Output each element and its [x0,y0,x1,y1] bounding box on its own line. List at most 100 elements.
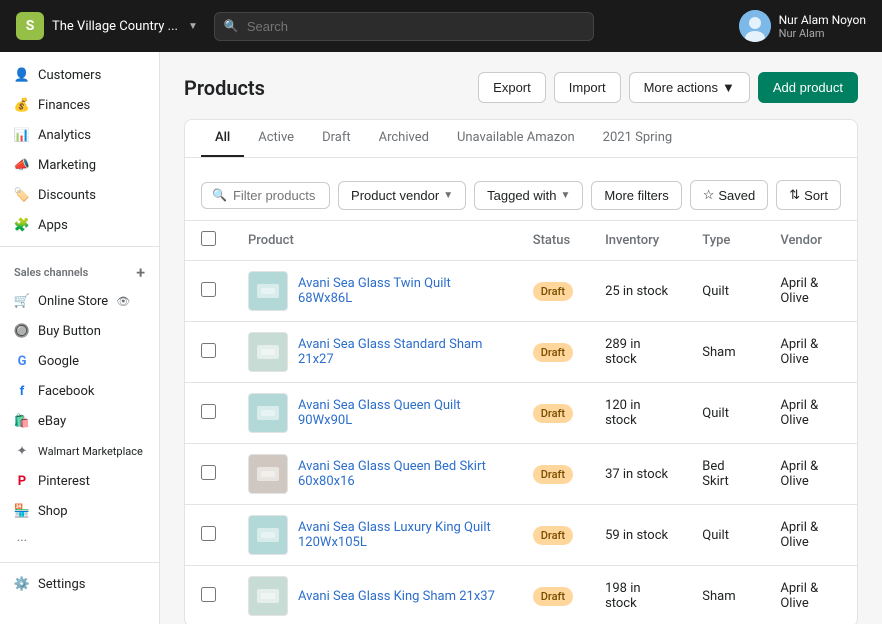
product-cell: Avani Sea Glass Queen Quilt 90Wx90L [232,383,517,444]
saved-button[interactable]: ☆ Saved [690,180,769,210]
header-product: Product [232,221,517,261]
eye-icon: 👁 [116,295,130,308]
sidebar-item-apps[interactable]: 🧩 Apps [0,210,159,240]
sort-icon: ⇅ [789,187,800,203]
row-checkbox[interactable] [201,282,216,297]
product-name[interactable]: Avani Sea Glass Twin Quilt 68Wx86L [298,276,501,306]
product-name[interactable]: Avani Sea Glass King Sham 21x37 [298,589,495,604]
header-actions: Export Import More actions ▼ Add product [478,72,858,103]
marketing-icon: 📣 [14,157,30,173]
sidebar-label: Google [38,354,79,369]
select-all-checkbox[interactable] [201,231,216,246]
sidebar-item-customers[interactable]: 👤 Customers [0,60,159,90]
tab-2021-spring[interactable]: 2021 Spring [589,120,687,157]
product-vendor-filter[interactable]: Product vendor ▼ [338,181,466,210]
filter-products-input[interactable] [233,188,319,203]
product-name[interactable]: Avani Sea Glass Queen Quilt 90Wx90L [298,398,501,428]
row-checkbox[interactable] [201,587,216,602]
products-table: Product Status Inventory Type Vendor [185,221,857,624]
chevron-down-icon: ▼ [722,80,735,95]
user-name: Nur Alam Noyon [779,13,866,27]
header-vendor: Vendor [764,221,857,261]
product-status: Draft [517,261,589,322]
product-cell: Avani Sea Glass King Sham 21x37 [232,566,517,624]
product-name[interactable]: Avani Sea Glass Standard Sham 21x27 [298,337,501,367]
sidebar-item-finances[interactable]: 💰 Finances [0,90,159,120]
export-button[interactable]: Export [478,72,546,103]
row-checkbox-cell [185,261,232,322]
sidebar-item-marketing[interactable]: 📣 Marketing [0,150,159,180]
search-input[interactable] [214,12,594,41]
product-name[interactable]: Avani Sea Glass Luxury King Quilt 120Wx1… [298,520,501,550]
sidebar-item-buy-button[interactable]: 🔘 Buy Button [0,316,159,346]
page-title: Products [184,76,265,100]
sidebar-label: Analytics [38,128,91,143]
add-channel-button[interactable]: + [136,263,145,282]
pinterest-icon: P [14,473,30,489]
row-checkbox[interactable] [201,526,216,541]
product-type: Quilt [686,383,764,444]
sidebar-item-online-store[interactable]: 🛒 Online Store 👁 [0,286,159,316]
sidebar-item-analytics[interactable]: 📊 Analytics [0,120,159,150]
user-sub: Nur Alam [779,27,866,40]
product-thumbnail [248,576,288,616]
online-store-icon: 🛒 [14,293,30,309]
facebook-icon: f [14,383,30,399]
more-actions-button[interactable]: More actions ▼ [629,72,750,103]
top-bar: S The Village Country ... ▼ 🔍 Nur Alam N… [0,0,882,52]
tab-active[interactable]: Active [244,120,308,157]
product-type: Sham [686,322,764,383]
sidebar-item-google[interactable]: G Google [0,346,159,376]
sidebar-item-discounts[interactable]: 🏷️ Discounts [0,180,159,210]
tab-unavailable-amazon[interactable]: Unavailable Amazon [443,120,589,157]
row-checkbox-cell [185,444,232,505]
vendor-chevron-icon: ▼ [443,190,453,201]
header-inventory: Inventory [589,221,686,261]
analytics-icon: 📊 [14,127,30,143]
page-header: Products Export Import More actions ▼ Ad… [184,72,858,103]
row-checkbox[interactable] [201,465,216,480]
product-name[interactable]: Avani Sea Glass Queen Bed Skirt 60x80x16 [298,459,501,489]
row-checkbox-cell [185,383,232,444]
import-button[interactable]: Import [554,72,621,103]
filter-search-icon: 🔍 [212,188,227,202]
product-inventory: 289 in stock [589,322,686,383]
more-filters-button[interactable]: More filters [591,181,681,210]
products-table-container: Product Status Inventory Type Vendor [185,221,857,624]
product-status: Draft [517,444,589,505]
row-checkbox[interactable] [201,343,216,358]
row-checkbox[interactable] [201,404,216,419]
product-vendor: April & Olive [764,261,857,322]
sidebar-label: eBay [38,414,66,429]
tab-all[interactable]: All [201,120,244,157]
sidebar-item-more[interactable]: ··· [0,526,159,556]
add-product-button[interactable]: Add product [758,72,858,103]
apps-icon: 🧩 [14,217,30,233]
buy-button-icon: 🔘 [14,323,30,339]
store-logo[interactable]: S The Village Country ... ▼ [16,12,198,40]
tagged-chevron-icon: ▼ [561,190,571,201]
tagged-with-filter[interactable]: Tagged with ▼ [474,181,583,210]
filter-search[interactable]: 🔍 [201,182,330,209]
filters-row: 🔍 Product vendor ▼ Tagged with ▼ More fi… [185,170,857,221]
sidebar: 👤 Customers 💰 Finances 📊 Analytics 📣 Mar… [0,52,160,624]
product-inventory: 120 in stock [589,383,686,444]
sidebar-item-pinterest[interactable]: P Pinterest [0,466,159,496]
sort-button[interactable]: ⇅ Sort [776,180,841,210]
store-chevron-icon: ▼ [188,21,198,32]
sidebar-item-shop[interactable]: 🏪 Shop [0,496,159,526]
sidebar-item-ebay[interactable]: 🛍️ eBay [0,406,159,436]
sidebar-item-facebook[interactable]: f Facebook [0,376,159,406]
settings-icon: ⚙️ [14,576,30,592]
sidebar-item-settings[interactable]: ⚙️ Settings [0,569,159,599]
row-checkbox-cell [185,322,232,383]
sidebar-item-walmart[interactable]: ✦ Walmart Marketplace [0,436,159,466]
product-status: Draft [517,322,589,383]
tab-archived[interactable]: Archived [365,120,443,157]
status-badge: Draft [533,282,573,301]
table-row: Avani Sea Glass Queen Quilt 90Wx90L Draf… [185,383,857,444]
ebay-icon: 🛍️ [14,413,30,429]
product-inventory: 25 in stock [589,261,686,322]
table-row: Avani Sea Glass Standard Sham 21x27 Draf… [185,322,857,383]
tab-draft[interactable]: Draft [308,120,365,157]
